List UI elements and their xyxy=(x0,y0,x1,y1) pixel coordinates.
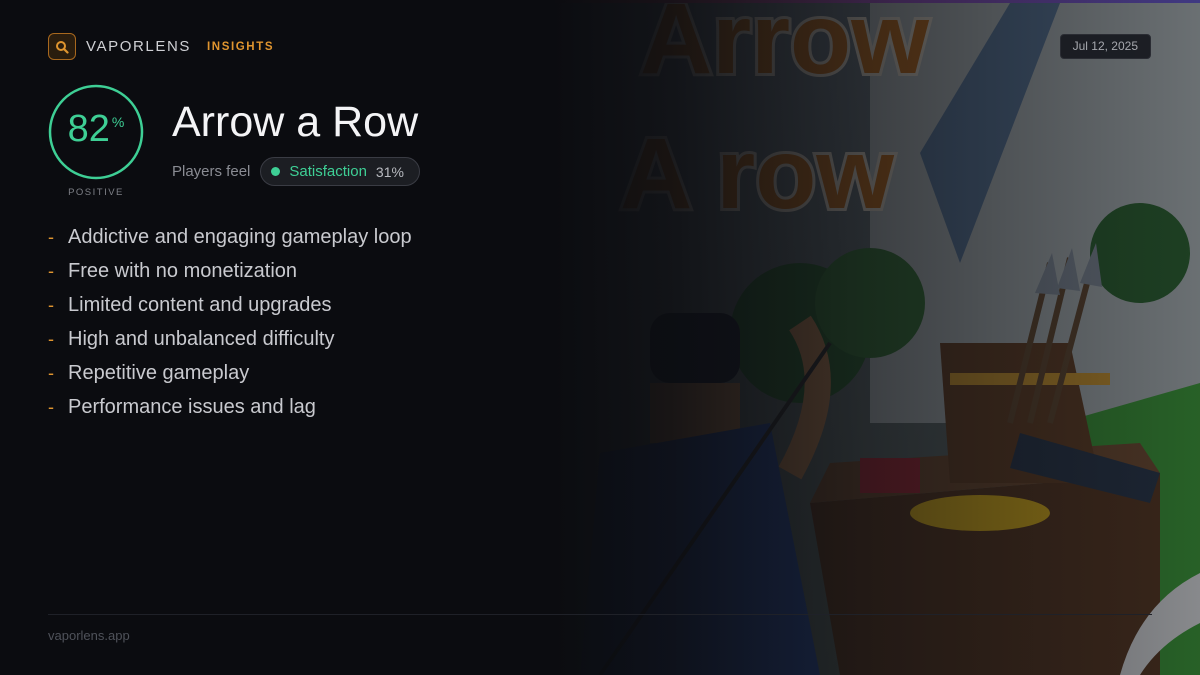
list-item-text: Free with no monetization xyxy=(68,259,298,282)
dash-icon: - xyxy=(48,362,54,383)
list-item-text: High and unbalanced difficulty xyxy=(68,327,335,350)
score-ring: 82% xyxy=(48,84,144,180)
game-artwork: Arrow A row xyxy=(540,3,1200,675)
sentiment-value: 31% xyxy=(375,163,404,180)
score-value-wrap: 82% xyxy=(48,108,144,151)
dash-icon: - xyxy=(48,260,54,281)
list-item: - Addictive and engaging gameplay loop xyxy=(48,220,412,254)
list-item-text: Repetitive gameplay xyxy=(68,361,250,384)
score-value: 82 xyxy=(67,108,110,150)
score-unit: % xyxy=(111,114,125,130)
insight-list: - Addictive and engaging gameplay loop -F… xyxy=(48,220,412,424)
art-logo-line2: A row xyxy=(620,118,894,230)
list-item-text: Limited content and upgrades xyxy=(68,293,332,316)
brand: VAPORLENS INSIGHTS xyxy=(48,33,274,60)
art-logo-line1: Arrow xyxy=(640,3,929,95)
sentiment-row: Players feel Satisfaction 31% xyxy=(172,157,420,186)
list-item-text: Addictive and engaging gameplay loop xyxy=(68,225,412,248)
dash-icon: - xyxy=(48,294,54,315)
brand-tag: INSIGHTS xyxy=(207,40,275,53)
search-icon xyxy=(48,33,76,60)
sentiment-prefix: Players feel xyxy=(172,163,251,180)
date-badge: Jul 12, 2025 xyxy=(1059,34,1151,59)
sentiment-pill: Satisfaction 31% xyxy=(260,157,420,186)
brand-name: VAPORLENS xyxy=(86,38,191,55)
list-item: - Limited content and upgrades xyxy=(48,288,412,322)
list-item: - Free with no monetization xyxy=(48,254,412,288)
dash-icon: - xyxy=(48,396,54,417)
status-dot-icon xyxy=(271,167,281,176)
score-label: POSITIVE xyxy=(68,187,124,198)
footer-link[interactable]: vaporlens.app xyxy=(48,628,130,643)
dash-icon: - xyxy=(48,226,54,247)
list-item: - High and unbalanced difficulty xyxy=(48,322,412,356)
list-item: - Performance issues and lag xyxy=(48,390,412,424)
list-item: - Repetitive gameplay xyxy=(48,356,412,390)
sentiment-name: Satisfaction xyxy=(289,163,367,180)
dash-icon: - xyxy=(48,328,54,349)
footer-divider xyxy=(48,614,1152,615)
game-title: Arrow a Row xyxy=(172,98,419,146)
list-item-text: Performance issues and lag xyxy=(68,395,316,418)
